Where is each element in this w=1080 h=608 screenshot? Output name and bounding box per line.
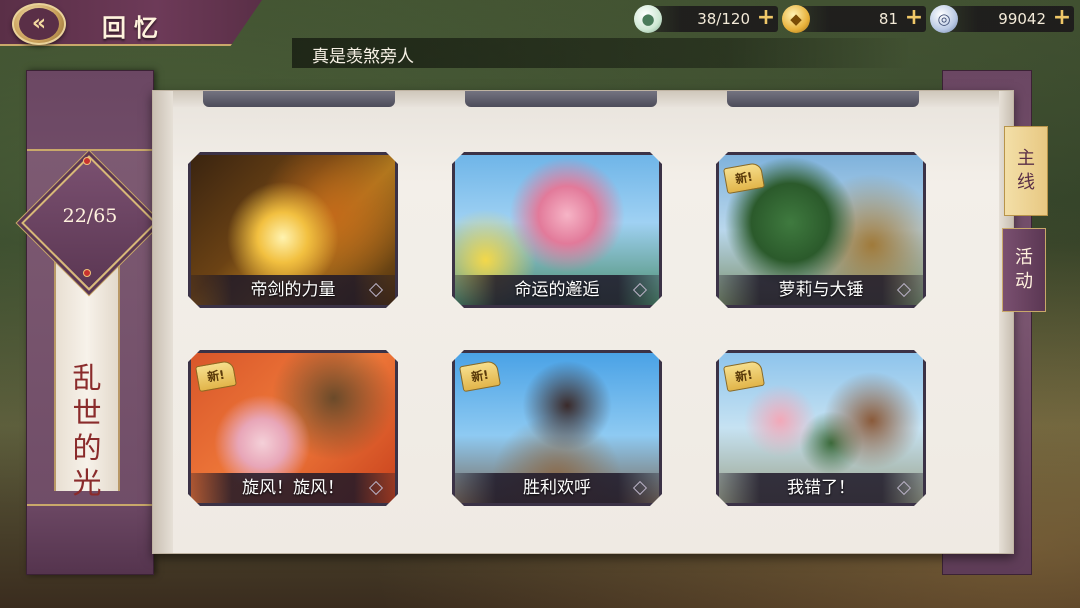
scrolled-card[interactable] [203,91,395,107]
page-title: 回忆 [102,14,166,42]
gold-value: 81 [878,10,898,28]
memory-card-3[interactable]: 新! 萝莉与大锤 [716,152,926,308]
add-silver-button[interactable]: + [1052,7,1072,29]
chapter-panel: 22/65 乱世的光影 [21,70,157,575]
stamina-value: 38/120 [697,10,750,28]
add-gold-button[interactable]: + [904,7,924,29]
stamina-resource: ● 38/120 + [634,5,778,33]
memory-card-4[interactable]: 新! 旋风！旋风！ [188,350,398,506]
memory-card-5[interactable]: 新! 胜利欢呼 [452,350,662,506]
tab-event[interactable]: 活动 [1002,228,1046,312]
scrolled-card[interactable] [727,91,919,107]
memory-card-2[interactable]: 命运的邂逅 [452,152,662,308]
gold-ingot-icon: ◆ [782,5,810,33]
card-title: 胜利欢呼 [523,478,591,498]
tab-event-label: 活动 [1015,247,1033,292]
memory-card-1[interactable]: 帝剑的力量 [188,152,398,308]
scrolled-card[interactable] [465,91,657,107]
add-stamina-button[interactable]: + [756,7,776,29]
ornament-dot-top [83,157,91,165]
ornament-dot-bottom [83,269,91,277]
card-title: 萝莉与大锤 [778,280,864,300]
card-title: 我错了！ [787,478,855,498]
back-button[interactable]: « [12,3,66,45]
card-title: 命运的邂逅 [514,280,600,300]
card-title: 旋风！旋风！ [242,478,344,498]
tab-main-label: 主线 [1017,148,1035,193]
silver-value: 99042 [998,10,1046,28]
chapter-counter: 22/65 [62,205,118,227]
card-title: 帝剑的力量 [250,280,336,300]
memory-card-6[interactable]: 新! 我错了！ [716,350,926,506]
gold-resource: ◆ 81 + [782,5,926,33]
silver-resource: ◎ 99042 + [930,5,1074,33]
steamed-bun-icon: ● [634,5,662,33]
tab-main-story[interactable]: 主线 [1004,126,1048,216]
back-arrow-icon: « [19,8,59,40]
subtitle-text: 真是羡煞旁人 [312,47,414,67]
silver-coin-icon: ◎ [930,5,958,33]
